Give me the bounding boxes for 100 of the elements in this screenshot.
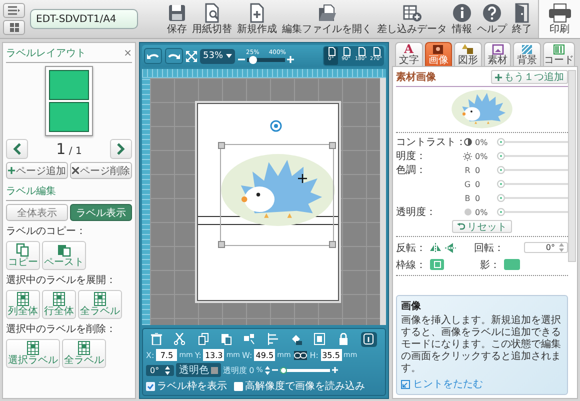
slider-thumb[interactable] [497,180,505,188]
adjustment-slider[interactable] [497,152,568,160]
arrange-icon[interactable] [244,333,256,345]
tab[interactable]: コード [542,42,575,66]
align-icon[interactable] [268,333,279,345]
slider-thumb[interactable] [280,366,287,374]
view-mode-button[interactable]: ラベル表示 [70,204,132,221]
spinner-icon [165,366,170,374]
minus-icon[interactable] [272,367,278,373]
info-button[interactable]: 情報 [451,3,473,35]
label-layout-thumbnail[interactable] [45,66,93,136]
dimension-field[interactable]: 7.5 [156,349,178,361]
delete-label-button[interactable]: 全ラベル [62,339,106,368]
opacity-value: 0 [249,366,254,374]
expand-label-button[interactable]: 行全体 [42,290,76,319]
file-name-field[interactable]: EDT-SDVDT1/A4 [30,9,138,29]
paste-icon[interactable] [221,333,232,345]
save-button[interactable]: 保存 [166,3,188,35]
expand-label-button[interactable]: 列全体 [6,290,40,319]
trash-icon[interactable] [151,333,162,345]
slider-thumb[interactable] [497,138,505,146]
link-icon[interactable] [294,350,307,360]
opacity-slider[interactable] [280,366,330,374]
slider-thumb[interactable] [249,56,258,64]
zoom-in-icon[interactable] [287,56,294,63]
next-page-button[interactable] [110,139,132,159]
dimension-field[interactable]: 13.3 [203,349,224,361]
slider-thumb[interactable] [497,152,505,160]
menu-button[interactable] [3,3,25,18]
spinner-icon[interactable] [264,366,270,374]
flip-vertical-icon[interactable] [445,242,456,252]
reset-button[interactable]: リセット [452,220,512,233]
flip-horizontal-icon[interactable] [430,242,441,252]
undo-button[interactable] [144,48,162,64]
add-another-button[interactable]: もう１つ追加 [491,70,568,84]
copy-icon[interactable] [198,333,209,345]
channel-label: B [464,194,470,202]
copy-button[interactable]: コピー [6,241,40,270]
grid-view-button[interactable] [3,20,25,35]
scrollbar[interactable] [568,70,576,262]
close-button[interactable]: × [124,48,132,58]
zoom-slider[interactable] [247,56,286,64]
hedgehog-drawing[interactable] [220,152,336,228]
tab[interactable]: 背景 [513,42,541,66]
previous-page-button[interactable] [6,139,28,159]
help-button[interactable]: ヘルプ [476,3,508,35]
expand-label-button[interactable]: 全ラベル [78,290,122,319]
paste-button[interactable]: ペースト [42,241,86,270]
slider-thumb[interactable] [497,194,505,202]
dimension-field[interactable]: 49.5 [254,349,276,361]
section-label: 選択中のラベルを展開： [6,274,117,287]
add-page-button[interactable]: ページ追加 [6,162,68,179]
slider-thumb[interactable] [497,208,505,216]
help-icon [482,3,502,23]
delete-label-button[interactable]: 選択ラベル [6,339,60,368]
checkbox[interactable] [146,382,155,390]
view-mode-button[interactable]: 全体表示 [6,204,68,221]
info-button[interactable] [360,332,377,346]
angle-field[interactable]: 0° [146,364,174,376]
tab[interactable]: 素材 [484,42,512,66]
page-number: 1 / 1 [56,140,82,158]
selection-frame[interactable] [220,144,334,246]
cut-icon[interactable] [174,333,186,345]
rotate-handle-icon[interactable] [270,120,282,132]
slider-thumb[interactable] [497,166,505,174]
transparent-color-button[interactable]: 透明色 [176,363,222,377]
hint-text: 画像を挿入します。新規追加を選択すると、画像をラベルに追加できるモードになります。この状態で編集の画面をクリックすると追加されます。 [401,315,562,375]
zoom-dropdown[interactable]: 53% [200,48,236,64]
exit-button[interactable]: 終了 [511,3,533,35]
zoom-out-icon[interactable] [238,56,246,63]
border-label: 枠線： [396,258,426,272]
adjustment-slider[interactable] [497,180,568,188]
scrollbar[interactable] [380,78,386,325]
checkbox-label: 高解像度で画像を読み込み [245,380,365,393]
lock-icon[interactable] [338,333,349,345]
merge-button[interactable]: 差し込みデータ [376,3,448,35]
adjustment-slider[interactable] [497,166,568,174]
print-button[interactable]: 印刷 [538,0,580,38]
border-button[interactable] [430,259,444,270]
open-button[interactable]: 編集ファイルを開く [281,3,373,35]
redo-button[interactable] [165,48,183,64]
checkbox[interactable] [234,382,243,390]
tab[interactable]: A 文字 [395,42,423,66]
dimension-field[interactable]: 35.5 [320,349,342,361]
delete-page-button[interactable]: ページ削除 [70,162,132,179]
grid-icon [27,341,39,355]
adjustment-value: 0% [475,138,489,146]
adjustment-slider[interactable] [497,208,568,216]
adjustment-slider[interactable] [497,138,568,146]
plus-icon[interactable] [332,367,338,373]
barcode-icon [552,44,565,54]
adjustment-slider[interactable] [497,194,568,202]
adjustment-value: 0% [475,152,489,160]
rotation-field[interactable]: 0° [524,242,568,253]
tab[interactable]: 図形 [454,42,482,66]
fill-icon[interactable] [290,333,302,345]
new-button[interactable]: 新規作成 [236,3,278,35]
fit-to-screen-icon[interactable] [186,50,197,62]
paper-button[interactable]: 用紙切替 [191,3,233,35]
frame-icon[interactable] [314,333,326,345]
